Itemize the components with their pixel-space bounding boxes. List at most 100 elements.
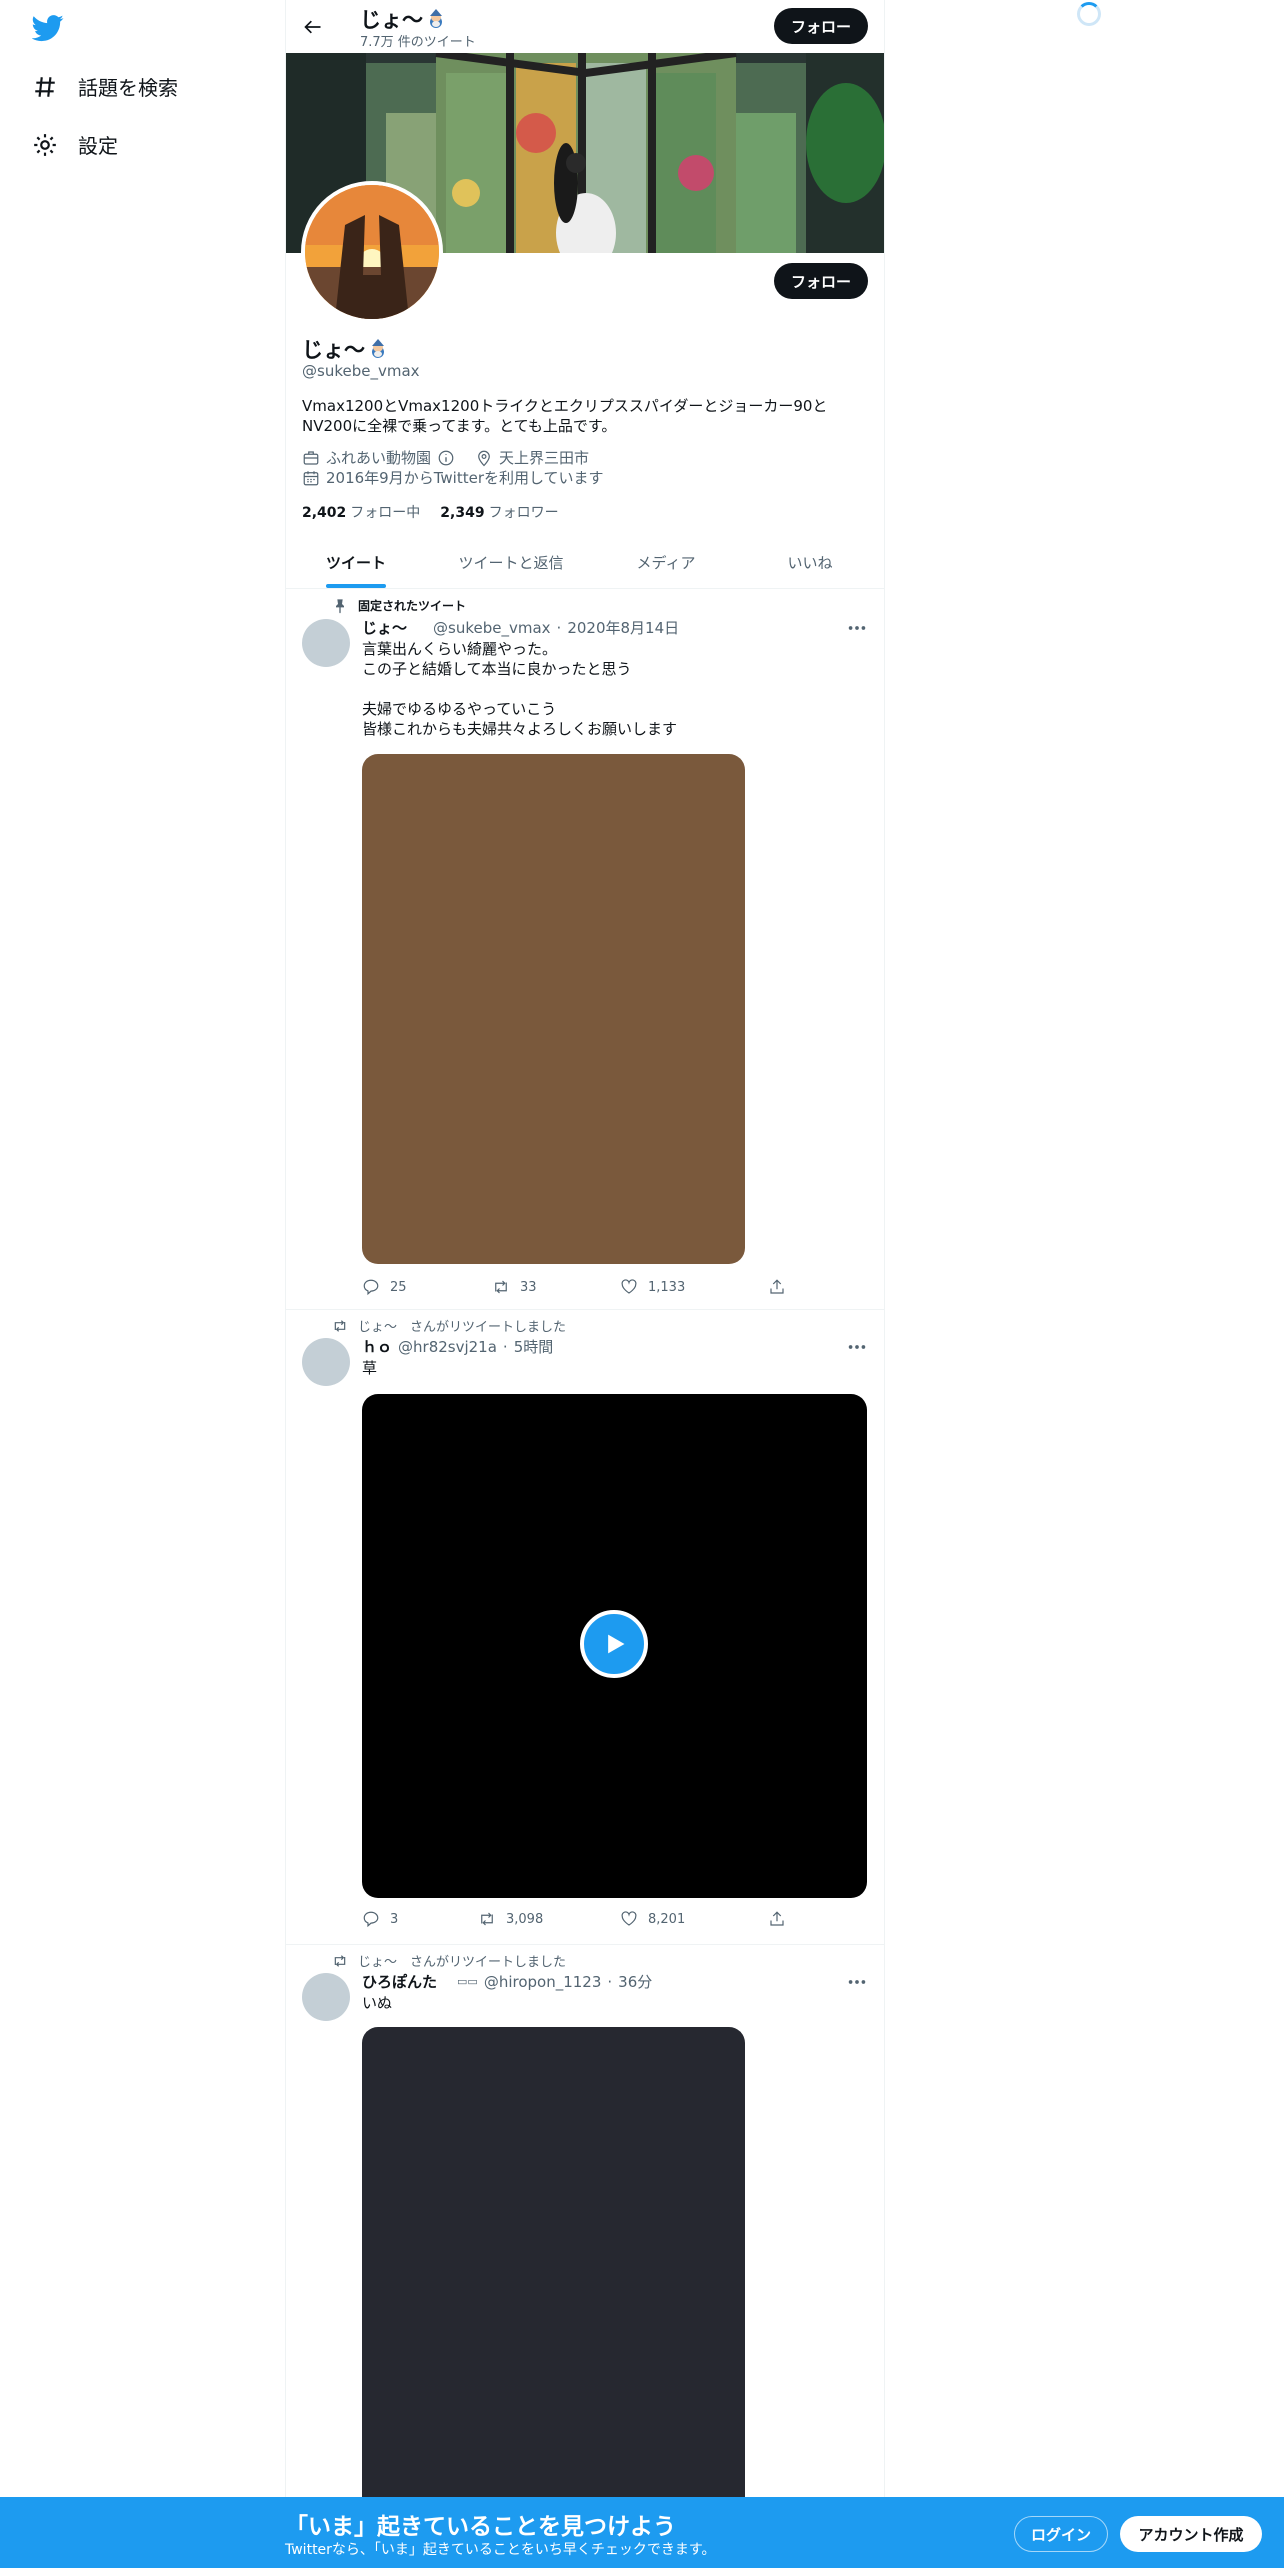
tweet-text: いぬ <box>362 1994 393 2012</box>
tweet-media-image[interactable] <box>362 2027 745 2505</box>
share-button[interactable] <box>768 1910 786 1928</box>
tweet-author-handle[interactable]: @sukebe_vmax <box>433 619 551 637</box>
reply-icon <box>363 1911 379 1928</box>
tweet-context-label[interactable]: じょ〜 さんがリツイートしました <box>358 1951 566 1970</box>
dot-separator: · <box>556 618 562 637</box>
dot-separator: · <box>607 1972 613 1991</box>
signup-banner-title: 「いま」起きていることを見つけよう <box>285 2514 676 2540</box>
tweet-timestamp[interactable]: 5時間 <box>514 1336 554 1357</box>
profile-tabs: ツイート ツイートと返信 メディア いいね <box>286 536 884 589</box>
tweet-context-label[interactable]: じょ〜 さんがリツイートしました <box>358 1316 566 1335</box>
tweet-actions: 25 33 1,133 <box>362 1278 802 1298</box>
more-options-icon[interactable] <box>846 1336 868 1358</box>
tweet-media-video[interactable] <box>362 1394 867 1898</box>
page: 話題を検索 設定 じょ〜 7.7万 件のツイート フォロー フォロー じょ〜 @… <box>0 0 1284 2568</box>
like-count: 8,201 <box>648 1911 686 1927</box>
profile-joined: 2016年9月からTwitterを利用しています <box>326 469 604 487</box>
hashtag-icon <box>35 76 55 97</box>
tweet-media-image[interactable] <box>362 754 745 1264</box>
profile-name-text: じょ〜 <box>302 338 365 362</box>
retweet-button[interactable]: 33 <box>492 1278 537 1296</box>
tab-likes[interactable]: いいね <box>736 536 884 589</box>
retweet-icon <box>334 1319 346 1332</box>
heart-icon <box>621 1911 637 1926</box>
tweet-text: 草 <box>362 1359 378 1377</box>
followers-count: 2,349 <box>440 505 485 521</box>
like-button[interactable]: 8,201 <box>620 1910 685 1928</box>
following-label: フォロー中 <box>350 505 421 521</box>
back-button[interactable] <box>298 12 328 42</box>
signup-button[interactable]: アカウント作成 <box>1120 2516 1262 2552</box>
tab-media[interactable]: メディア <box>596 536 736 589</box>
tweet-context: じょ〜 さんがリツイートしました <box>332 1951 566 1970</box>
wizard-emoji-icon <box>430 9 442 28</box>
tweet-context-label: 固定されたツイート <box>358 599 467 613</box>
gear-icon <box>34 133 56 156</box>
tweet[interactable]: じょ〜 さんがリツイートしました ｈｏ @hr82svj21a · 5時間 草 … <box>286 1310 884 1945</box>
tweet-timestamp[interactable]: 36分 <box>618 1971 652 1992</box>
location-pin-icon <box>478 450 490 466</box>
avatar[interactable] <box>302 1338 350 1386</box>
following-link[interactable]: 2,402 フォロー中 <box>302 502 420 522</box>
like-button[interactable]: 1,133 <box>620 1278 685 1296</box>
retweet-icon <box>334 1954 346 1967</box>
reply-icon <box>363 1279 379 1296</box>
play-button[interactable] <box>580 1610 648 1678</box>
retweet-icon <box>481 1912 493 1926</box>
signup-banner: 「いま」起きていることを見つけよう Twitterなら、「いま」起きていることを… <box>0 2497 1284 2568</box>
avatar[interactable] <box>302 619 350 667</box>
profile-category: ふれあい動物園 <box>326 449 432 467</box>
tweet-author-name[interactable]: じょ〜 <box>362 617 407 638</box>
tweet[interactable]: じょ〜 さんがリツイートしました ひろぽんた ▭▭ @hiropon_1123 … <box>286 1945 884 2505</box>
profile-column: じょ〜 7.7万 件のツイート フォロー フォロー じょ〜 @sukebe_vm… <box>285 0 885 2568</box>
tweet-context: じょ〜 さんがリツイートしました <box>332 1316 566 1335</box>
retweet-button[interactable]: 3,098 <box>478 1910 543 1928</box>
tweet-author-name[interactable]: ｈｏ <box>362 1336 392 1357</box>
reply-button[interactable]: 25 <box>362 1278 407 1296</box>
profile-follow-button[interactable]: フォロー <box>774 263 868 299</box>
reply-button[interactable]: 3 <box>362 1910 398 1928</box>
avatar[interactable] <box>302 1973 350 2021</box>
nav-settings-label: 設定 <box>78 134 118 158</box>
tab-tweets-and-replies[interactable]: ツイートと返信 <box>426 536 596 589</box>
profile-handle: @sukebe_vmax <box>302 362 420 380</box>
tweet-timestamp[interactable]: 2020年8月14日 <box>567 617 679 638</box>
header-follow-button[interactable]: フォロー <box>774 8 868 44</box>
share-button[interactable] <box>768 1278 786 1296</box>
tweet-text: 言葉出んくらい綺麗やった。 この子と結婚して本当に良かったと思う 夫婦でゆるゆる… <box>362 640 678 738</box>
profile-name: じょ〜 <box>302 334 389 364</box>
tweet[interactable]: 固定されたツイート じょ〜 @sukebe_vmax · 2020年8月14日 … <box>286 589 884 1310</box>
more-options-icon[interactable] <box>846 1971 868 1993</box>
profile-bio: Vmax1200とVmax1200トライクとエクリプススパイダーとジョーカー90… <box>302 397 828 435</box>
more-options-icon[interactable] <box>846 617 868 639</box>
tab-tweets[interactable]: ツイート <box>286 536 426 589</box>
profile-header: じょ〜 7.7万 件のツイート フォロー <box>286 0 884 53</box>
header-tweet-count: 7.7万 件のツイート <box>360 35 476 50</box>
tweet-author-handle[interactable]: @hr82svj21a <box>398 1338 497 1356</box>
sunset-avatar-image <box>305 185 439 319</box>
info-icon[interactable] <box>437 449 455 467</box>
tweet-header: ひろぽんた ▭▭ @hiropon_1123 · 36分 <box>362 1971 652 1992</box>
login-button[interactable]: ログイン <box>1014 2516 1108 2552</box>
header-title: じょ〜 <box>360 4 447 34</box>
profile-meta-row: ふれあい動物園 天上界三田市 <box>302 447 589 468</box>
loading-spinner-icon <box>1077 2 1101 26</box>
tweet-author-handle[interactable]: @hiropon_1123 <box>484 1973 602 1991</box>
briefcase-icon <box>303 450 319 465</box>
active-tab-indicator <box>326 584 386 588</box>
tweet-header: じょ〜 @sukebe_vmax · 2020年8月14日 <box>362 617 679 638</box>
tweet-author-name[interactable]: ひろぽんた <box>362 1971 437 1992</box>
followers-link[interactable]: 2,349 フォロワー <box>440 502 558 522</box>
twitter-logo-icon[interactable] <box>32 12 64 44</box>
reply-count: 25 <box>390 1279 407 1295</box>
retweet-icon <box>495 1280 507 1294</box>
tweet-context: 固定されたツイート <box>332 597 466 614</box>
header-title-text: じょ〜 <box>360 8 423 32</box>
dot-separator: · <box>502 1337 508 1356</box>
retweet-count: 33 <box>520 1279 537 1295</box>
profile-avatar[interactable] <box>301 181 443 323</box>
share-icon <box>770 1279 784 1294</box>
nav-settings[interactable]: 設定 <box>32 130 118 159</box>
calendar-icon <box>303 470 319 485</box>
nav-explore[interactable]: 話題を検索 <box>32 72 178 101</box>
